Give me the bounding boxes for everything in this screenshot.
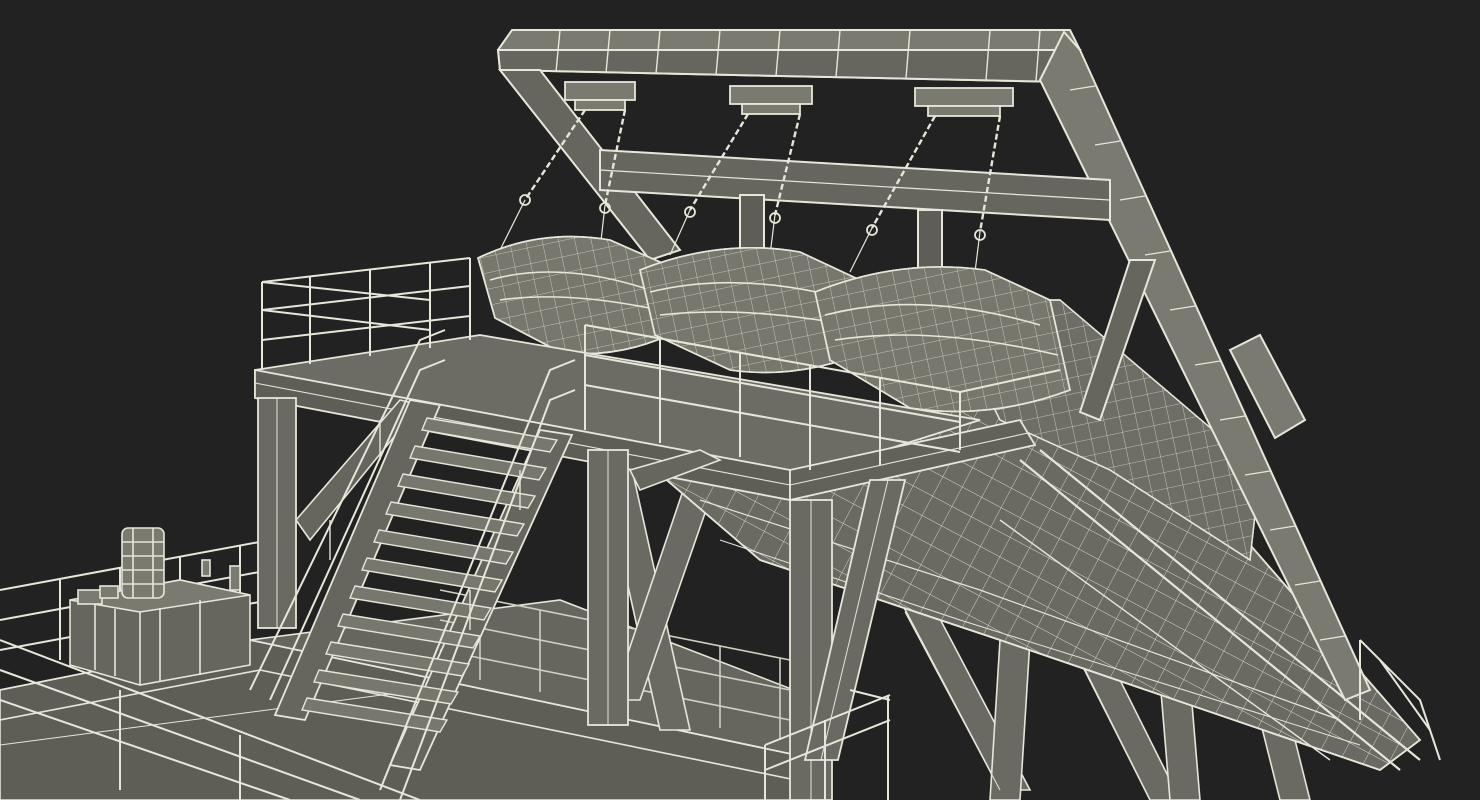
wireframe-scene — [0, 0, 1480, 800]
motor-cylinder — [121, 527, 165, 599]
render-viewport — [0, 0, 1480, 800]
